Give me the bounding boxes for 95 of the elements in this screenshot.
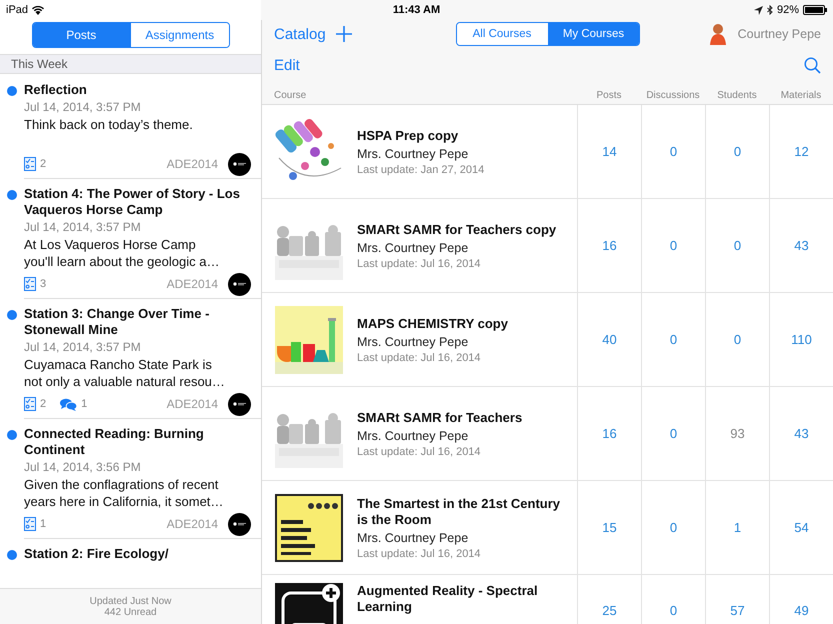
post-date: Jul 14, 2014, 3:57 PM xyxy=(24,339,142,356)
device-name: iPad xyxy=(6,4,28,16)
count-link[interactable]: 16 xyxy=(602,238,617,253)
course-title[interactable]: SMARt SAMR for Teachers copy xyxy=(357,222,556,238)
teacher-name: Mrs. Courtney Pepe xyxy=(357,240,470,254)
count-link[interactable]: 49 xyxy=(794,603,809,618)
last-update: Last update: Jan 27, 2014 xyxy=(357,164,484,176)
count-link[interactable]: 57 xyxy=(730,603,745,618)
avatar-icon xyxy=(228,152,251,176)
count-link[interactable]: 0 xyxy=(670,603,678,618)
count-link[interactable]: 43 xyxy=(794,426,809,441)
post-tag: ADE2014 xyxy=(166,517,218,531)
task-count: 3 xyxy=(40,278,46,290)
post-title[interactable]: Connected Reading: Burning Continent xyxy=(24,426,251,458)
count-link[interactable]: 40 xyxy=(602,332,617,347)
checklist-icon xyxy=(24,157,36,171)
battery-percent: 92% xyxy=(776,4,800,16)
teacher-name: Mrs. Courtney Pepe xyxy=(357,428,470,442)
post-excerpt: At Los Vaqueros Horse Camp you'll learn about the geologic a… xyxy=(24,236,220,270)
last-update: Last update: Jul 16, 2014 xyxy=(357,258,482,270)
course-title[interactable]: The Smartest in the 21st Century is the Room xyxy=(357,496,571,528)
post-excerpt: Given the conflagrations of recent years here in California, it somet… xyxy=(24,476,224,510)
clock-time: 11:43 AM xyxy=(392,4,440,16)
task-count: 2 xyxy=(40,398,46,410)
course-title[interactable]: Augmented Reality - Spectral Learning xyxy=(357,583,571,615)
count-link[interactable]: 0 xyxy=(734,238,742,253)
task-count: 2 xyxy=(40,158,46,170)
course-title[interactable]: MAPS CHEMISTRY copy xyxy=(357,316,508,332)
segment-tab[interactable]: My Courses xyxy=(548,23,638,45)
count-link[interactable]: 0 xyxy=(670,144,678,159)
count-link[interactable]: 0 xyxy=(670,520,678,535)
count-link[interactable]: 14 xyxy=(602,144,617,159)
count-link[interactable]: 54 xyxy=(794,520,809,535)
post-tag: ADE2014 xyxy=(166,397,218,411)
count-link[interactable]: 16 xyxy=(602,426,617,441)
count-link[interactable]: 43 xyxy=(794,238,809,253)
catalog-link[interactable]: Catalog xyxy=(274,26,326,42)
teacher-name: Mrs. Courtney Pepe xyxy=(357,530,470,544)
segment-tab[interactable]: All Courses xyxy=(456,23,548,45)
post-date: Jul 14, 2014, 3:57 PM xyxy=(24,219,142,236)
checklist-icon xyxy=(24,397,36,411)
count-link[interactable]: 12 xyxy=(794,144,809,159)
avatar-icon xyxy=(228,272,251,296)
count-link[interactable]: 15 xyxy=(602,520,617,535)
search-icon[interactable] xyxy=(804,56,821,74)
avatar-icon xyxy=(228,512,251,536)
tab[interactable]: Posts xyxy=(32,23,130,47)
last-update: Last update: Jul 16, 2014 xyxy=(357,446,482,458)
post-title[interactable]: Reflection xyxy=(24,82,251,98)
post-excerpt: Cuyamaca Rancho State Park is not only a valuable natural resou… xyxy=(24,356,226,390)
avatar-icon xyxy=(708,23,728,45)
task-count: 1 xyxy=(40,518,46,530)
chat-bubbles-icon xyxy=(60,398,78,410)
add-button[interactable] xyxy=(336,26,352,42)
course-title[interactable]: SMARt SAMR for Teachers xyxy=(357,410,522,426)
wifi-icon xyxy=(32,6,44,14)
post-title[interactable]: Station 2: Fire Ecology/ xyxy=(24,546,251,562)
column-header: Course xyxy=(273,90,308,101)
count-link[interactable]: 25 xyxy=(602,603,617,618)
last-update: Last update: Jul 16, 2014 xyxy=(357,548,482,560)
last-update: Last update: Jul 16, 2014 xyxy=(357,352,482,364)
update-status: Updated Just Now xyxy=(90,596,172,606)
column-header: Materials xyxy=(780,90,822,101)
post-title[interactable]: Station 4: The Power of Story - Los Vaqueros Horse Camp xyxy=(24,186,251,218)
column-header: Discussions xyxy=(645,90,701,101)
section-header: This Week xyxy=(0,54,261,74)
checklist-icon xyxy=(24,517,36,531)
count-link[interactable]: 1 xyxy=(734,520,742,535)
column-header: Posts xyxy=(595,90,622,101)
post-tag: ADE2014 xyxy=(166,157,218,171)
location-arrow-icon xyxy=(754,6,763,14)
battery-icon xyxy=(803,5,828,15)
user-name[interactable]: Courtney Pepe xyxy=(738,27,821,41)
post-tag: ADE2014 xyxy=(166,277,218,291)
tab[interactable]: Assignments xyxy=(130,23,228,47)
course-title[interactable]: HSPA Prep copy xyxy=(357,128,484,144)
unread-count: 442 Unread xyxy=(104,606,157,618)
post-title[interactable]: Station 3: Change Over Time - Stonewall Mine xyxy=(24,306,251,338)
post-excerpt: Think back on today’s theme. xyxy=(24,116,194,134)
bluetooth-icon xyxy=(766,5,773,15)
avatar-icon xyxy=(228,392,251,416)
column-header: Students xyxy=(716,90,758,101)
count-link[interactable]: 0 xyxy=(734,144,742,159)
count-link[interactable]: 0 xyxy=(670,332,678,347)
count-link[interactable]: 0 xyxy=(670,426,678,441)
count-link[interactable]: 110 xyxy=(791,332,812,347)
count-link[interactable]: 0 xyxy=(734,332,742,347)
teacher-name: Mrs. Courtney Pepe xyxy=(357,146,470,160)
post-date: Jul 14, 2014, 3:56 PM xyxy=(24,459,142,476)
post-date: Jul 14, 2014, 3:57 PM xyxy=(24,99,142,116)
count-link[interactable]: 0 xyxy=(670,238,678,253)
checklist-icon xyxy=(24,277,36,291)
comment-count: 1 xyxy=(81,398,88,410)
edit-button[interactable]: Edit xyxy=(274,56,300,74)
teacher-name: Mrs. Courtney Pepe xyxy=(357,334,470,348)
